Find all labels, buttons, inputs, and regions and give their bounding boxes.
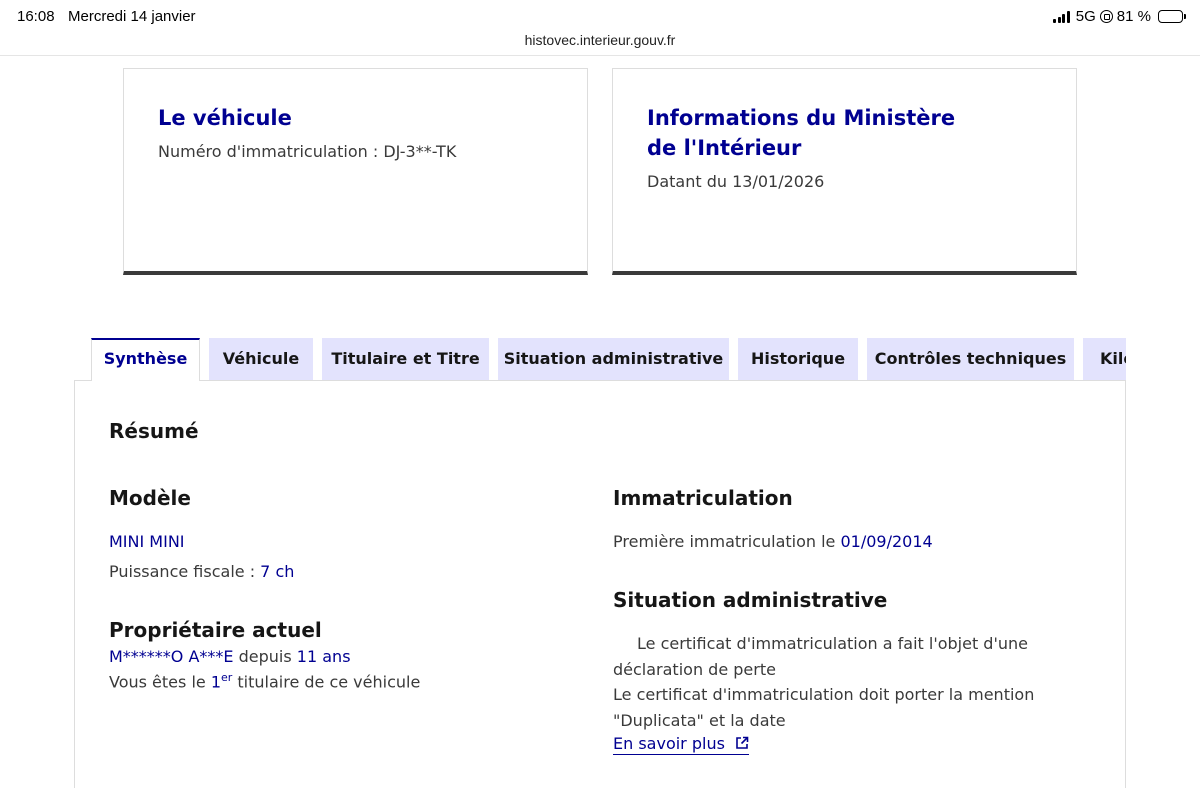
external-link-icon xyxy=(736,736,749,749)
first-registration: Première immatriculation le 01/09/2014 xyxy=(613,532,933,551)
registration-number: Numéro d'immatriculation : DJ-3**-TK xyxy=(158,142,457,161)
vehicle-card-title: Le véhicule xyxy=(158,106,292,130)
first-registration-date: 01/09/2014 xyxy=(840,532,933,551)
summary-title: Résumé xyxy=(109,419,199,443)
signal-icon xyxy=(1053,10,1070,23)
learn-more-link[interactable]: En savoir plus xyxy=(613,734,749,755)
url-text[interactable]: histovec.interieur.gouv.fr xyxy=(525,32,676,48)
tab-kilometrage[interactable]: Kilométrage xyxy=(1083,338,1126,381)
network-label: 5G xyxy=(1075,8,1096,25)
fiscal-power-value: 7 ch xyxy=(260,562,295,581)
ministry-date: Datant du 13/01/2026 xyxy=(647,172,825,191)
registration-title: Immatriculation xyxy=(613,486,793,510)
url-bar[interactable]: histovec.interieur.gouv.fr xyxy=(0,30,1200,56)
status-bar: 16:08 Mercredi 14 janvier 5G 81 % xyxy=(0,0,1200,34)
battery-icon xyxy=(1158,10,1186,23)
orientation-lock-icon xyxy=(1099,10,1113,23)
owner-rank-prefix: Vous êtes le xyxy=(109,672,211,692)
owner-line: M******O A***E depuis 11 ans xyxy=(109,647,351,666)
vehicle-card: Le véhicule Numéro d'immatriculation : D… xyxy=(123,68,588,275)
tab-bar: Synthèse Véhicule Titulaire et Titre Sit… xyxy=(91,338,1126,381)
tab-situation-administrative[interactable]: Situation administrative xyxy=(498,338,729,381)
admin-situation-line2: Le certificat d'immatriculation doit por… xyxy=(613,685,1035,730)
tab-titulaire-titre[interactable]: Titulaire et Titre xyxy=(322,338,489,381)
summary-panel: Résumé Modèle MINI MINI Puissance fiscal… xyxy=(74,380,1126,788)
learn-more-label[interactable]: En savoir plus xyxy=(613,734,725,753)
owner-title: Propriétaire actuel xyxy=(109,618,322,642)
tab-vehicule[interactable]: Véhicule xyxy=(209,338,313,381)
battery-percent: 81 % xyxy=(1116,8,1151,25)
ministry-card: Informations du Ministère de l'Intérieur… xyxy=(612,68,1077,275)
status-date: Mercredi 14 janvier xyxy=(68,8,196,25)
ministry-card-title: Informations du Ministère de l'Intérieur xyxy=(647,106,956,160)
owner-rank-sup: er xyxy=(221,671,233,684)
fiscal-power: Puissance fiscale : 7 ch xyxy=(109,562,294,581)
owner-since-value: 11 ans xyxy=(296,647,351,666)
owner-rank: Vous êtes le 1er titulaire de ce véhicul… xyxy=(109,671,420,691)
admin-situation-line1: Le certificat d'immatriculation a fait l… xyxy=(613,634,1028,679)
model-name: MINI MINI xyxy=(109,532,185,551)
owner-name: M******O A***E xyxy=(109,647,234,666)
status-time: 16:08 xyxy=(17,8,55,25)
owner-rank-number: 1 xyxy=(210,672,221,692)
fiscal-power-label: Puissance fiscale : xyxy=(109,562,261,581)
first-registration-label: Première immatriculation le xyxy=(613,532,841,551)
tab-synthese[interactable]: Synthèse xyxy=(91,338,200,381)
status-indicators: 5G 81 % xyxy=(1053,8,1186,25)
owner-since-label: depuis xyxy=(233,647,297,666)
model-title: Modèle xyxy=(109,486,191,510)
admin-situation-title: Situation administrative xyxy=(613,588,888,612)
owner-rank-suffix: titulaire de ce véhicule xyxy=(232,672,421,692)
tab-controles-techniques[interactable]: Contrôles techniques xyxy=(867,338,1074,381)
tab-historique[interactable]: Historique xyxy=(738,338,858,381)
